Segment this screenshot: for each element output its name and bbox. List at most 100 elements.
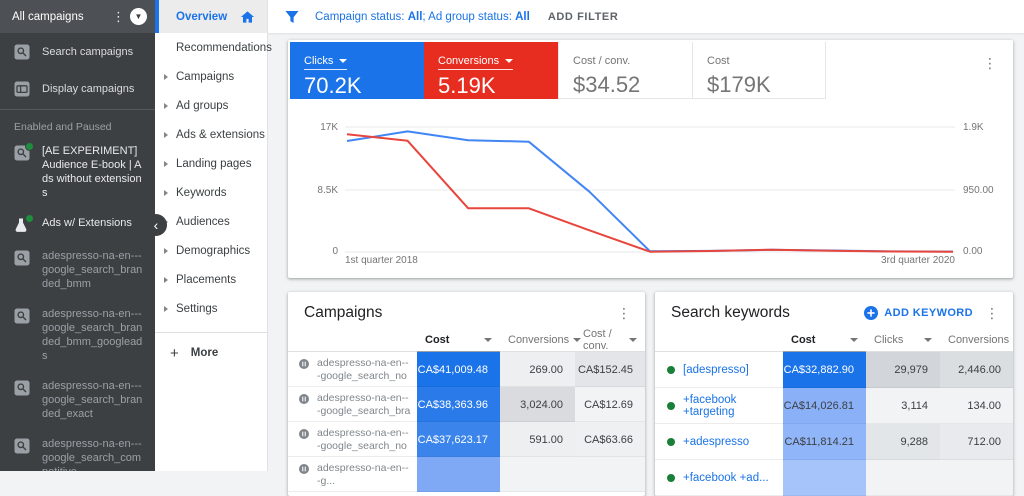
column-header-label: Cost (791, 334, 815, 346)
column-header-label: Cost (425, 334, 449, 346)
scorecard-metric-label: Cost (707, 55, 730, 69)
dropdown-caret-icon (339, 59, 347, 63)
sidebar-divider (0, 109, 155, 110)
scorecard-value: $179K (707, 72, 825, 98)
campaign-item-adespresso-na-en-google-search[interactable]: adespresso-na-en---google_search_competi… (0, 429, 155, 471)
keyword-status-dot-icon (667, 402, 675, 410)
metric-cell: CA$37,623.17 (417, 422, 500, 457)
keyword-cell[interactable]: +facebook +targeting (655, 388, 783, 424)
dropdown-caret-icon (505, 59, 513, 63)
search-campaign-icon (14, 438, 30, 454)
keyword-cell[interactable]: +adespresso (655, 424, 783, 460)
plus-icon: + (170, 345, 179, 362)
keywords-kebab-menu-icon[interactable]: ⋮ (985, 305, 999, 322)
column-header-conversions[interactable]: Conversions (940, 328, 1013, 352)
paused-status-icon (298, 462, 310, 480)
filter-status-link[interactable]: Campaign status: All; Ad group status: A… (315, 11, 530, 23)
nav-item-ads-extensions[interactable]: Ads & extensions (155, 120, 267, 149)
campaign-item-adespresso-na-en-google-search[interactable]: adespresso-na-en---google_search_branded… (0, 241, 155, 299)
metric-cell (940, 460, 1013, 496)
expand-arrow-icon (164, 74, 168, 80)
enabled-status-dot-icon (25, 142, 34, 151)
campaign-item-ads-w-extensions[interactable]: Ads w/ Extensions (0, 208, 155, 241)
nav-item-label: Demographics (176, 245, 250, 257)
x-axis-label-end: 3rd quarter 2020 (881, 255, 955, 266)
keyword-cell[interactable]: +facebook +ad... (655, 460, 783, 496)
collapse-header-button[interactable]: ▼ (130, 8, 147, 25)
campaign-name-cell[interactable]: adespresso-na-en---g... (288, 457, 417, 492)
overview-kebab-menu-icon[interactable]: ⋮ (983, 55, 997, 72)
right-axis-tick: 0.00 (963, 246, 982, 257)
page-navigation: OverviewRecommendationsCampaignsAd group… (155, 0, 268, 471)
sidebar-item-search-campaigns[interactable]: Search campaigns (0, 33, 155, 70)
column-header-conversions[interactable]: Conversions (500, 328, 575, 352)
keyword-label: +facebook +ad... (683, 472, 769, 484)
left-axis-tick: 8.5K (288, 185, 338, 196)
expand-arrow-icon (164, 132, 168, 138)
performance-chart (345, 121, 955, 254)
keyword-label: +adespresso (683, 436, 749, 448)
paused-status-icon (298, 357, 310, 375)
metric-cell: 2,446.00 (940, 352, 1013, 388)
expand-arrow-icon (164, 161, 168, 167)
add-keyword-button[interactable]: ADD KEYWORD (864, 306, 973, 320)
campaign-selector[interactable]: All campaigns ⋮ ▼ (0, 0, 155, 33)
column-header-clicks[interactable]: Clicks (866, 328, 940, 352)
nav-more-button[interactable]: + More (155, 338, 267, 368)
campaign-status-label: Campaign status: (315, 11, 408, 23)
nav-item-overview[interactable]: Overview (155, 0, 267, 33)
nav-item-landing-pages[interactable]: Landing pages (155, 149, 267, 178)
campaign-item-adespresso-na-en-google-search[interactable]: adespresso-na-en---google_search_branded… (0, 299, 155, 371)
metric-cell (417, 457, 500, 492)
left-axis-tick: 17K (288, 122, 338, 133)
keyword-status-dot-icon (667, 438, 675, 446)
column-header-spacer (655, 328, 783, 352)
column-header-cost-conv[interactable]: Cost / conv. (575, 328, 645, 352)
nav-item-ad-groups[interactable]: Ad groups (155, 91, 267, 120)
nav-item-recommendations[interactable]: Recommendations (155, 33, 267, 62)
nav-item-placements[interactable]: Placements (155, 265, 267, 294)
campaign-item-adespresso-na-en-google-search[interactable]: adespresso-na-en---google_search_branded… (0, 371, 155, 429)
nav-item-campaigns[interactable]: Campaigns (155, 62, 267, 91)
table-row: +facebook +targetingCA$14,026.813,114134… (655, 388, 1013, 424)
scorecard-cost-conv[interactable]: Cost / conv. $34.52 (558, 42, 692, 99)
column-header-label: Clicks (874, 334, 903, 346)
sort-caret-icon (484, 338, 492, 342)
sidebar-item-display-campaigns[interactable]: Display campaigns (0, 70, 155, 107)
scorecard-value: $34.52 (573, 72, 692, 98)
campaign-name-cell[interactable]: adespresso-na-en---google_search_nonb... (288, 422, 417, 457)
paused-status-icon (298, 427, 310, 445)
keyword-cell[interactable]: [adespresso] (655, 352, 783, 388)
campaign-item-ae-experiment-audience-e-book-[interactable]: [AE EXPERIMENT] Audience E-book | Ads wi… (0, 136, 155, 208)
column-header-cost[interactable]: Cost (783, 328, 866, 352)
campaign-name-cell[interactable]: adespresso-na-en---google_search_nonb... (288, 352, 417, 387)
add-keyword-label: ADD KEYWORD (884, 307, 973, 319)
collapse-sidebar-button[interactable]: ‹ (145, 214, 167, 236)
filter-funnel-icon[interactable] (284, 9, 300, 25)
scorecard-cost[interactable]: Cost $179K (692, 42, 826, 99)
chart-series-conversions (347, 134, 953, 252)
add-filter-button[interactable]: ADD FILTER (548, 11, 619, 23)
scorecard-clicks[interactable]: Clicks70.2K (290, 42, 424, 99)
column-header-cost[interactable]: Cost (417, 328, 500, 352)
column-header-label: Cost / conv. (583, 328, 625, 352)
paused-status-icon (298, 392, 310, 410)
expand-arrow-icon (164, 190, 168, 196)
search-campaign-icon (14, 380, 30, 396)
sidebar-section-label: Enabled and Paused (0, 112, 155, 136)
nav-item-demographics[interactable]: Demographics (155, 236, 267, 265)
campaign-name-cell[interactable]: adespresso-na-en---google_search_bran... (288, 387, 417, 422)
nav-item-audiences[interactable]: Audiences (155, 207, 267, 236)
nav-item-settings[interactable]: Settings (155, 294, 267, 323)
campaign-name: adespresso-na-en---google_search_nonb... (317, 357, 411, 383)
nav-item-keywords[interactable]: Keywords (155, 178, 267, 207)
scorecard-metric-label: Cost / conv. (573, 55, 630, 69)
campaigns-kebab-menu-icon[interactable]: ⋮ (617, 305, 631, 322)
metric-cell: CA$32,882.90 (783, 352, 866, 388)
campaigns-table: Campaigns ⋮ CostConversionsCost / conv. … (288, 292, 645, 496)
column-header-label: Conversions (948, 334, 1009, 346)
campaigns-table-title: Campaigns (304, 304, 617, 322)
scorecard-conversions[interactable]: Conversions5.19K (424, 42, 558, 99)
kebab-menu-icon[interactable]: ⋮ (107, 9, 130, 25)
table-row: +facebook +ad... (655, 460, 1013, 496)
